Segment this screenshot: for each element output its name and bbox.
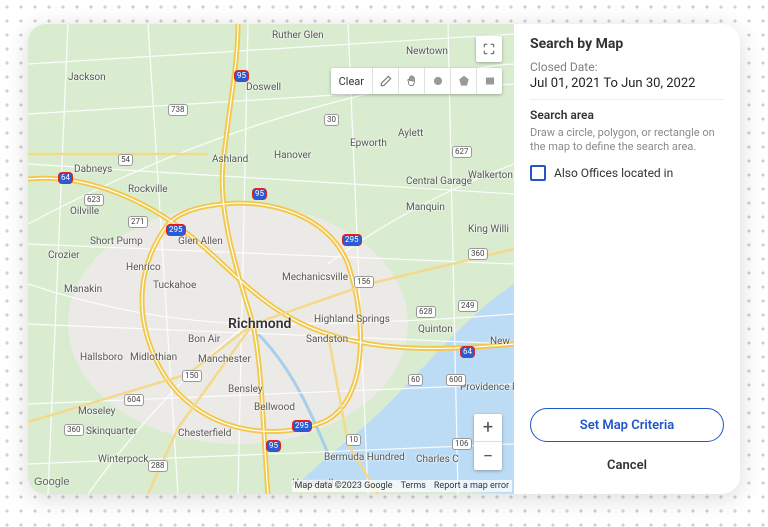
- side-panel: Search by Map Closed Date: Jul 01, 2021 …: [514, 24, 740, 494]
- set-map-criteria-button[interactable]: Set Map Criteria: [530, 408, 724, 442]
- polygon-tool[interactable]: [450, 68, 476, 94]
- terms-link[interactable]: Terms: [401, 481, 426, 491]
- search-by-map-panel: Richmond JacksonDoswellNewtownEpworthAyl…: [28, 24, 740, 494]
- circle-icon: [431, 74, 445, 88]
- map-data-text: Map data ©2023 Google: [295, 481, 393, 491]
- pencil-icon: [379, 74, 393, 88]
- rectangle-icon: [483, 74, 497, 88]
- search-area-hint: Draw a circle, polygon, or rectangle on …: [530, 126, 724, 155]
- report-error-link[interactable]: Report a map error: [434, 481, 509, 491]
- google-logo: Google: [34, 476, 69, 488]
- divider: [530, 99, 724, 100]
- polygon-icon: [457, 74, 471, 88]
- cancel-button[interactable]: Cancel: [530, 448, 724, 482]
- freehand-tool[interactable]: [372, 68, 398, 94]
- closed-date-value: Jul 01, 2021 To Jun 30, 2022: [530, 76, 724, 91]
- zoom-controls: + −: [474, 414, 502, 470]
- clear-button[interactable]: Clear: [331, 68, 372, 94]
- zoom-out-button[interactable]: −: [474, 442, 502, 470]
- map-attribution: Map data ©2023 Google Terms Report a map…: [292, 480, 512, 492]
- drawing-toolbar: Clear: [331, 68, 502, 94]
- hand-icon: [405, 74, 419, 88]
- checkbox-label: Also Offices located in: [554, 166, 673, 180]
- closed-date-label: Closed Date:: [530, 60, 724, 74]
- map-canvas[interactable]: Richmond JacksonDoswellNewtownEpworthAyl…: [28, 24, 514, 494]
- also-offices-checkbox-row[interactable]: Also Offices located in: [530, 165, 724, 181]
- rectangle-tool[interactable]: [476, 68, 502, 94]
- circle-tool[interactable]: [424, 68, 450, 94]
- checkbox-icon: [530, 165, 546, 181]
- panel-title: Search by Map: [530, 36, 724, 52]
- zoom-in-button[interactable]: +: [474, 414, 502, 442]
- fullscreen-icon: [482, 42, 496, 56]
- search-area-label: Search area: [530, 108, 724, 122]
- map-svg: [28, 24, 514, 494]
- pan-tool[interactable]: [398, 68, 424, 94]
- fullscreen-button[interactable]: [476, 36, 502, 62]
